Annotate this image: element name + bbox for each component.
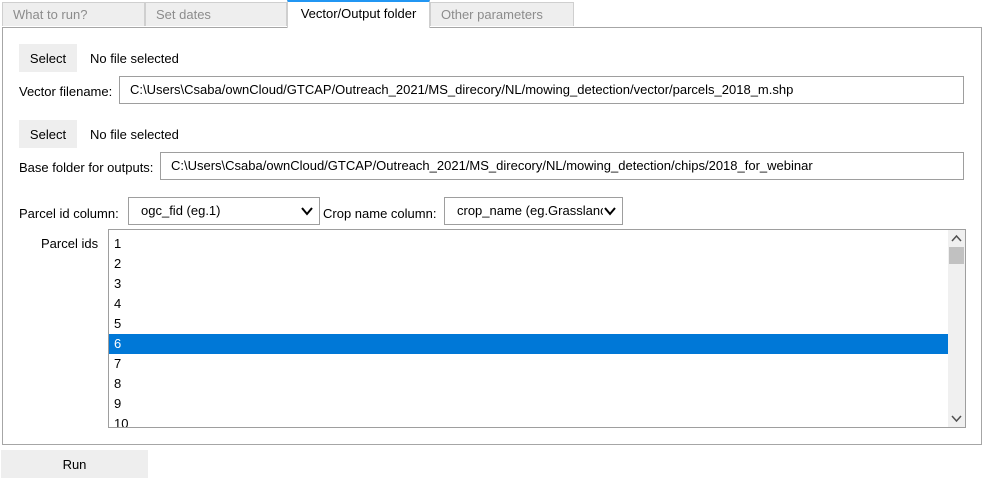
- parcel-ids-listbox[interactable]: 1 2 3 4 5 6 7 8 9 10: [108, 229, 966, 428]
- parcel-id-column-select[interactable]: ogc_fid (eg.1): [128, 197, 320, 225]
- list-item[interactable]: 2: [109, 254, 948, 274]
- list-item[interactable]: 3: [109, 274, 948, 294]
- scroll-thumb[interactable]: [949, 247, 964, 264]
- crop-name-column-label: Crop name column:: [323, 206, 437, 221]
- vector-filename-input[interactable]: C:\Users\Csaba/ownCloud/GTCAP/Outreach_2…: [119, 76, 964, 104]
- parcel-id-column-label: Parcel id column:: [19, 206, 119, 221]
- tab-set-dates[interactable]: Set dates: [145, 2, 287, 26]
- output-file-status: No file selected: [90, 127, 179, 142]
- tab-panel: Select No file selected Vector filename:…: [2, 27, 982, 445]
- parcel-ids-label: Parcel ids: [41, 236, 99, 251]
- crop-name-column-select[interactable]: crop_name (eg.Grasslanc: [444, 197, 623, 225]
- list-item[interactable]: 9: [109, 394, 948, 414]
- chevron-down-icon: [301, 207, 313, 216]
- output-folder-label: Base folder for outputs:: [19, 160, 154, 175]
- parcel-ids-scrollbar[interactable]: [948, 230, 965, 427]
- crop-name-column-value: crop_name (eg.Grasslanc: [457, 203, 607, 218]
- vector-file-status: No file selected: [90, 51, 179, 66]
- list-item[interactable]: 6: [109, 334, 948, 354]
- tab-what-to-run[interactable]: What to run?: [2, 2, 145, 26]
- scroll-down-arrow-icon[interactable]: [951, 413, 962, 424]
- parcel-ids-items: 1 2 3 4 5 6 7 8 9 10: [109, 234, 948, 427]
- chevron-down-icon: [603, 204, 617, 218]
- run-button[interactable]: Run: [1, 450, 148, 478]
- tab-vector-output-folder[interactable]: Vector/Output folder: [287, 0, 430, 28]
- list-item[interactable]: 4: [109, 294, 948, 314]
- select-vector-button[interactable]: Select: [19, 44, 77, 72]
- list-item[interactable]: 5: [109, 314, 948, 334]
- output-folder-input[interactable]: C:\Users\Csaba/ownCloud/GTCAP/Outreach_2…: [160, 152, 964, 180]
- scroll-up-arrow-icon[interactable]: [951, 233, 962, 244]
- tab-other-parameters[interactable]: Other parameters: [430, 2, 574, 26]
- parcel-id-column-value: ogc_fid (eg.1): [141, 203, 221, 218]
- list-item[interactable]: 8: [109, 374, 948, 394]
- list-item[interactable]: 10: [109, 414, 948, 427]
- vector-filename-label: Vector filename:: [19, 84, 113, 99]
- list-item[interactable]: 1: [109, 234, 948, 254]
- list-item[interactable]: 7: [109, 354, 948, 374]
- select-output-folder-button[interactable]: Select: [19, 120, 77, 148]
